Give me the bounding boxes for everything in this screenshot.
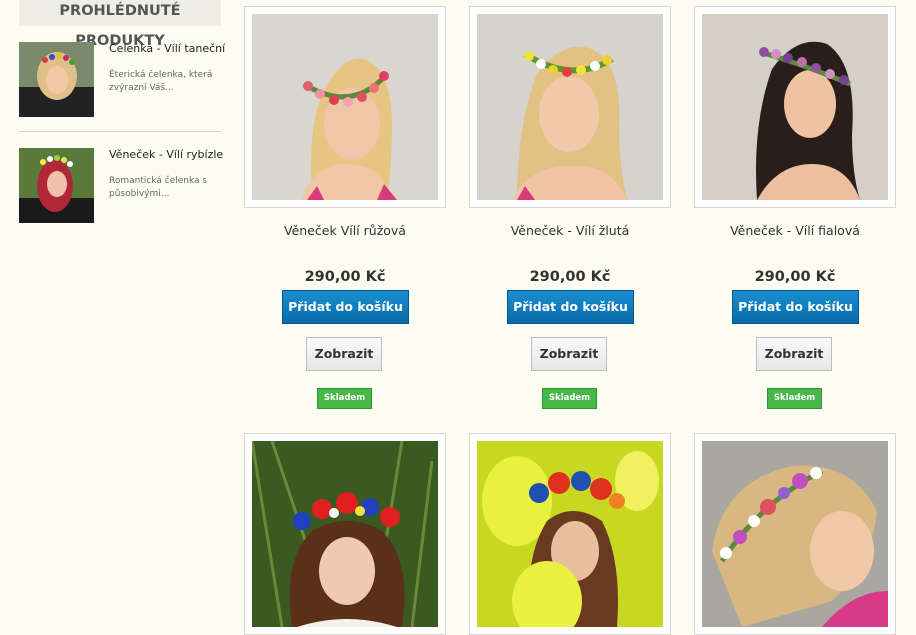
product-thumbnail[interactable] — [19, 42, 94, 117]
product-name[interactable]: Věneček Vílí růžová — [244, 223, 446, 238]
viewed-item-description: Éterická čelenka, která zvýrazní Váš... — [109, 70, 213, 93]
divider — [19, 131, 221, 132]
product-price: 290,00 Kč — [304, 269, 386, 285]
product-photo — [702, 441, 888, 627]
product-name[interactable]: Věneček - Vílí žlutá — [469, 223, 671, 238]
add-to-cart-button[interactable]: Přidat do košíku — [507, 290, 634, 324]
view-product-button[interactable]: Zobrazit — [756, 337, 832, 371]
product-photo — [477, 441, 663, 627]
stock-badge: Skladem — [542, 388, 597, 409]
product-thumbnail[interactable] — [19, 148, 94, 223]
product-image[interactable] — [244, 6, 446, 208]
product-price: 290,00 Kč — [529, 269, 611, 285]
product-image[interactable] — [694, 6, 896, 208]
view-product-button[interactable]: Zobrazit — [531, 337, 607, 371]
product-name[interactable]: Věneček - Vílí fialová — [694, 223, 896, 238]
viewed-item-name[interactable]: Čelenka - Vílí taneční — [109, 42, 225, 56]
viewed-item-description: Romantická čelenka s působivými... — [109, 176, 208, 199]
product-image[interactable] — [244, 433, 446, 635]
product-photo — [252, 441, 438, 627]
stock-badge: Skladem — [317, 388, 372, 409]
recently-viewed-sidebar: PROHLÉDNUTÉ PRODUKTY Čelenka - Vílí tane… — [0, 0, 236, 634]
product-image[interactable] — [469, 433, 671, 635]
viewed-item[interactable]: Čelenka - Vílí taneční Éterická čelenka,… — [19, 42, 225, 122]
product-price: 290,00 Kč — [754, 269, 836, 285]
viewed-item[interactable]: Věneček - Vílí rybízle Romantická čelenk… — [19, 148, 224, 228]
add-to-cart-button[interactable]: Přidat do košíku — [282, 290, 409, 324]
product-image[interactable] — [469, 6, 671, 208]
sidebar-title: PROHLÉDNUTÉ PRODUKTY — [19, 0, 221, 49]
viewed-item-name[interactable]: Věneček - Vílí rybízle — [109, 148, 224, 162]
product-photo — [252, 14, 438, 200]
product-photo — [477, 14, 663, 200]
stock-badge: Skladem — [767, 388, 822, 409]
product-image[interactable] — [694, 433, 896, 635]
add-to-cart-button[interactable]: Přidat do košíku — [732, 290, 859, 324]
product-photo — [702, 14, 888, 200]
view-product-button[interactable]: Zobrazit — [306, 337, 382, 371]
